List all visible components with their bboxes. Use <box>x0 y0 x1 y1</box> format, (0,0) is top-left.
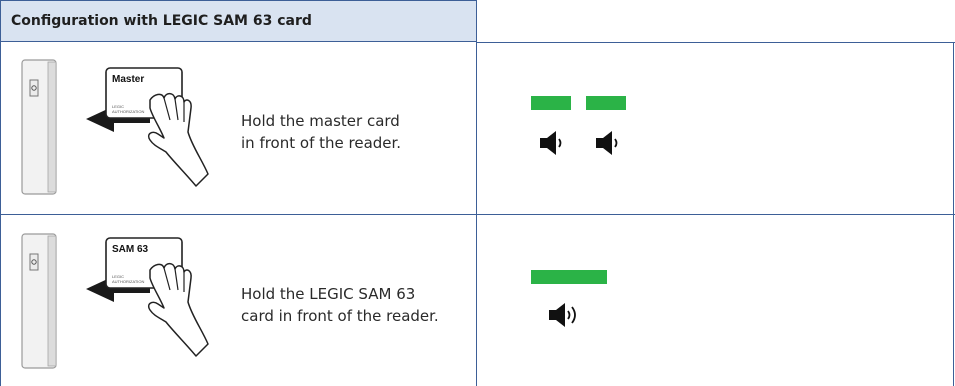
card-hand-illustration: SAM 63 LEGIC AUTHORIZATION <box>86 237 209 357</box>
speaker-long-beep-icon <box>549 303 576 327</box>
instruction-line: Hold the LEGIC SAM 63 <box>241 285 416 303</box>
card-label: SAM 63 <box>112 244 149 255</box>
table-header: Configuration with LEGIC SAM 63 card <box>0 0 477 42</box>
speaker-beep-icon <box>596 131 618 155</box>
reader-device-icon <box>21 59 57 195</box>
instruction-line: in front of the reader. <box>241 134 402 152</box>
green-led-indicator <box>586 96 626 110</box>
svg-text:AUTHORIZATION: AUTHORIZATION <box>112 109 144 114</box>
table-left-border <box>0 42 1 386</box>
instruction-line: Hold the master card <box>241 112 400 130</box>
speaker-beep-icon <box>540 131 562 155</box>
step-1-instruction: Hold the master card in front of the rea… <box>241 110 401 154</box>
instruction-line: card in front of the reader. <box>241 307 439 325</box>
table-right-border <box>953 42 954 386</box>
green-led-indicator <box>531 270 607 284</box>
reader-device-icon <box>21 233 57 369</box>
card-label: Master <box>112 74 144 85</box>
table-title: Configuration with LEGIC SAM 63 card <box>11 13 312 29</box>
row-divider <box>0 214 955 215</box>
green-led-indicator <box>531 96 571 110</box>
table-top-border-right <box>477 42 955 43</box>
step-2-instruction: Hold the LEGIC SAM 63 card in front of t… <box>241 283 439 327</box>
card-hand-illustration: Master LEGIC AUTHORIZATION <box>86 67 209 187</box>
svg-text:AUTHORIZATION: AUTHORIZATION <box>112 279 144 284</box>
